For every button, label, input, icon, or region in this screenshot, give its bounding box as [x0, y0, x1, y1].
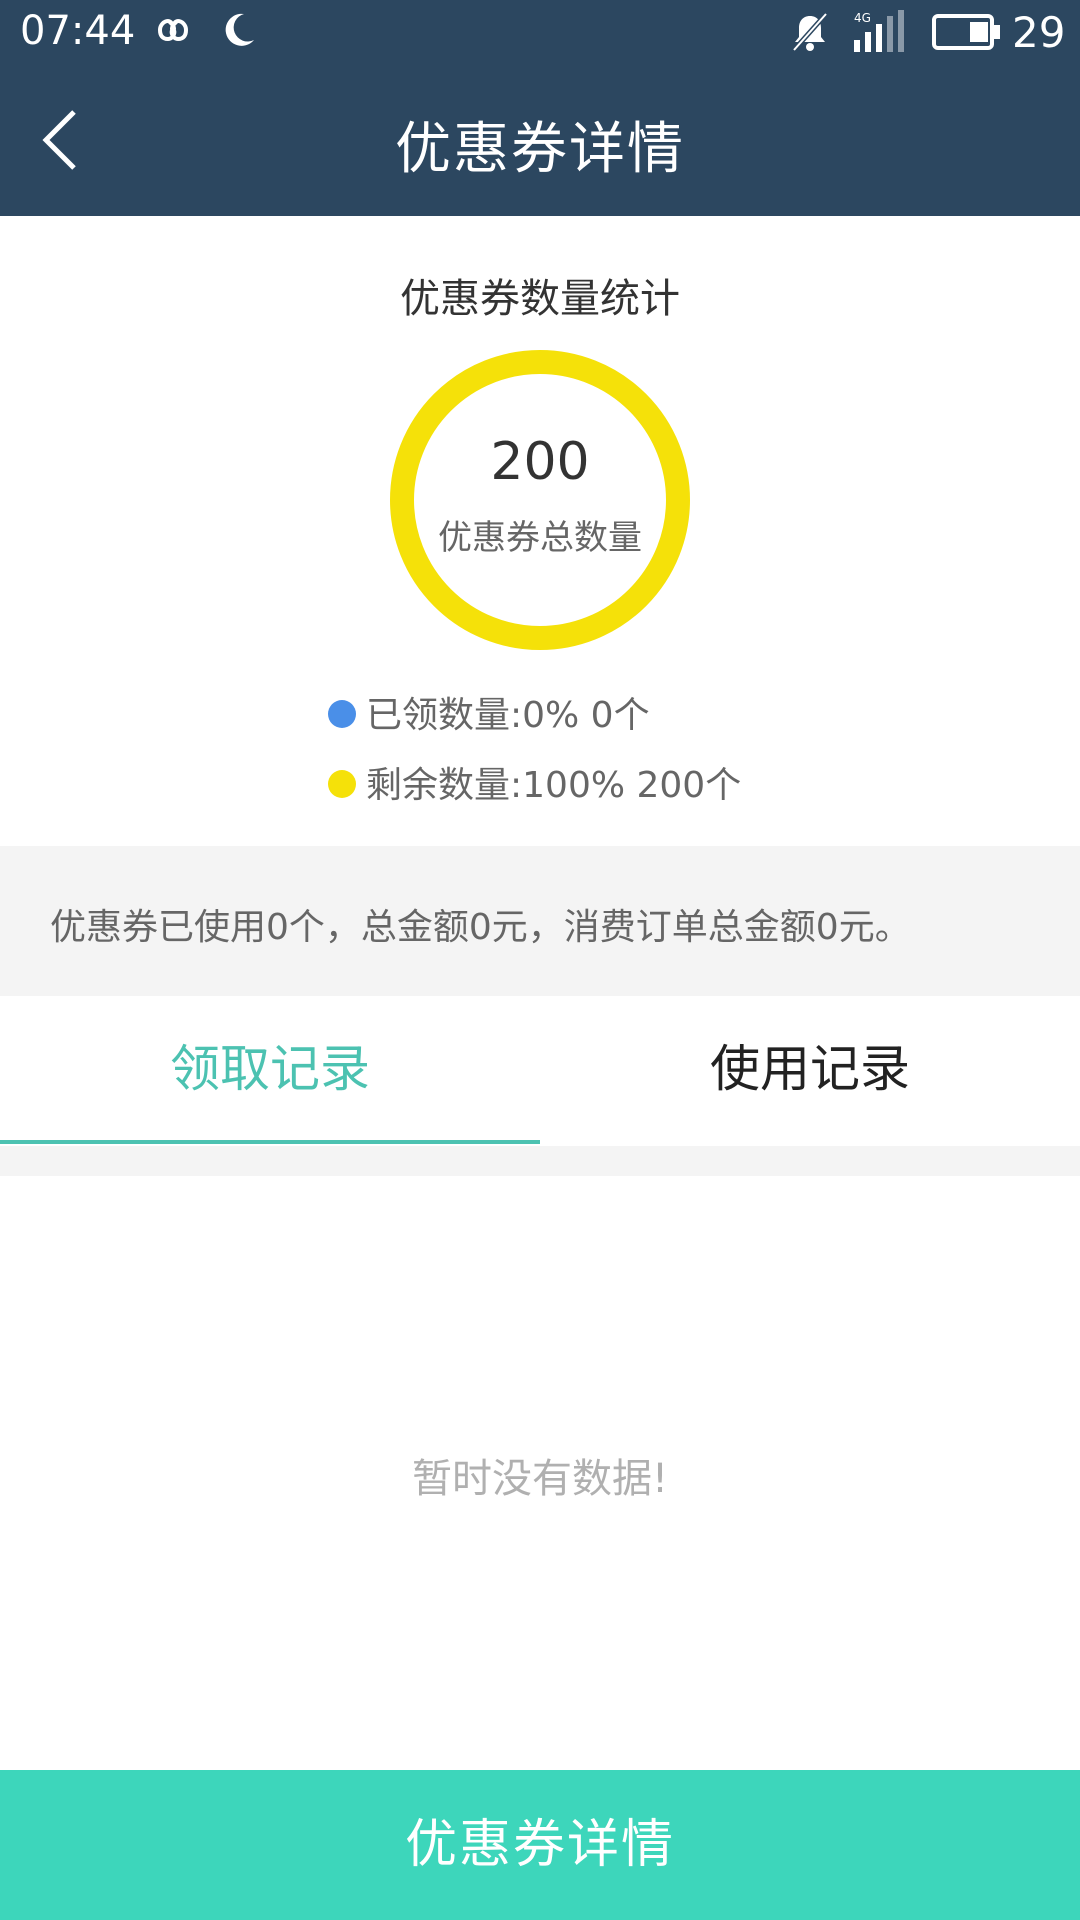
coupon-detail-button[interactable]: 优惠券详情	[0, 1770, 1080, 1920]
signal-icon: 4G	[852, 10, 912, 64]
infinity-icon	[148, 12, 198, 58]
network-label: 4G	[854, 11, 871, 25]
coupon-total-label: 优惠券总数量	[438, 518, 642, 558]
battery-level: 29	[1012, 8, 1066, 57]
page-title: 优惠券详情	[395, 117, 685, 182]
usage-summary: 优惠券已使用0个，总金额0元，消费订单总金额0元。	[0, 846, 1080, 996]
status-bar: 07:44 4G 29	[0, 0, 1080, 64]
legend-dot-claimed	[328, 700, 356, 728]
battery-icon	[932, 14, 1002, 60]
section-divider	[0, 1146, 1080, 1176]
active-tab-indicator	[0, 1140, 540, 1144]
tab-receive-records[interactable]: 领取记录	[0, 996, 540, 1142]
status-time: 07:44	[20, 8, 136, 54]
moon-icon	[218, 10, 258, 60]
coupon-donut-chart	[390, 350, 690, 650]
legend-claimed: 已领数量:0% 0个	[328, 686, 650, 738]
empty-state-text: 暂时没有数据!	[411, 1456, 669, 1502]
donut-ring-remaining	[390, 350, 690, 650]
coupon-total-count: 200	[490, 432, 590, 492]
legend-remaining-text: 剩余数量:100% 200个	[366, 765, 742, 806]
muted-bell-icon	[788, 10, 832, 64]
usage-summary-text: 优惠券已使用0个，总金额0元，消费订单总金额0元。	[50, 907, 911, 948]
tab-usage-records[interactable]: 使用记录	[540, 996, 1080, 1142]
legend-claimed-text: 已领数量:0% 0个	[366, 695, 650, 736]
legend-remaining: 剩余数量:100% 200个	[328, 756, 741, 808]
app-header: 优惠券详情	[0, 64, 1080, 216]
stats-title: 优惠券数量统计	[400, 276, 680, 322]
legend-dot-remaining	[328, 770, 356, 798]
